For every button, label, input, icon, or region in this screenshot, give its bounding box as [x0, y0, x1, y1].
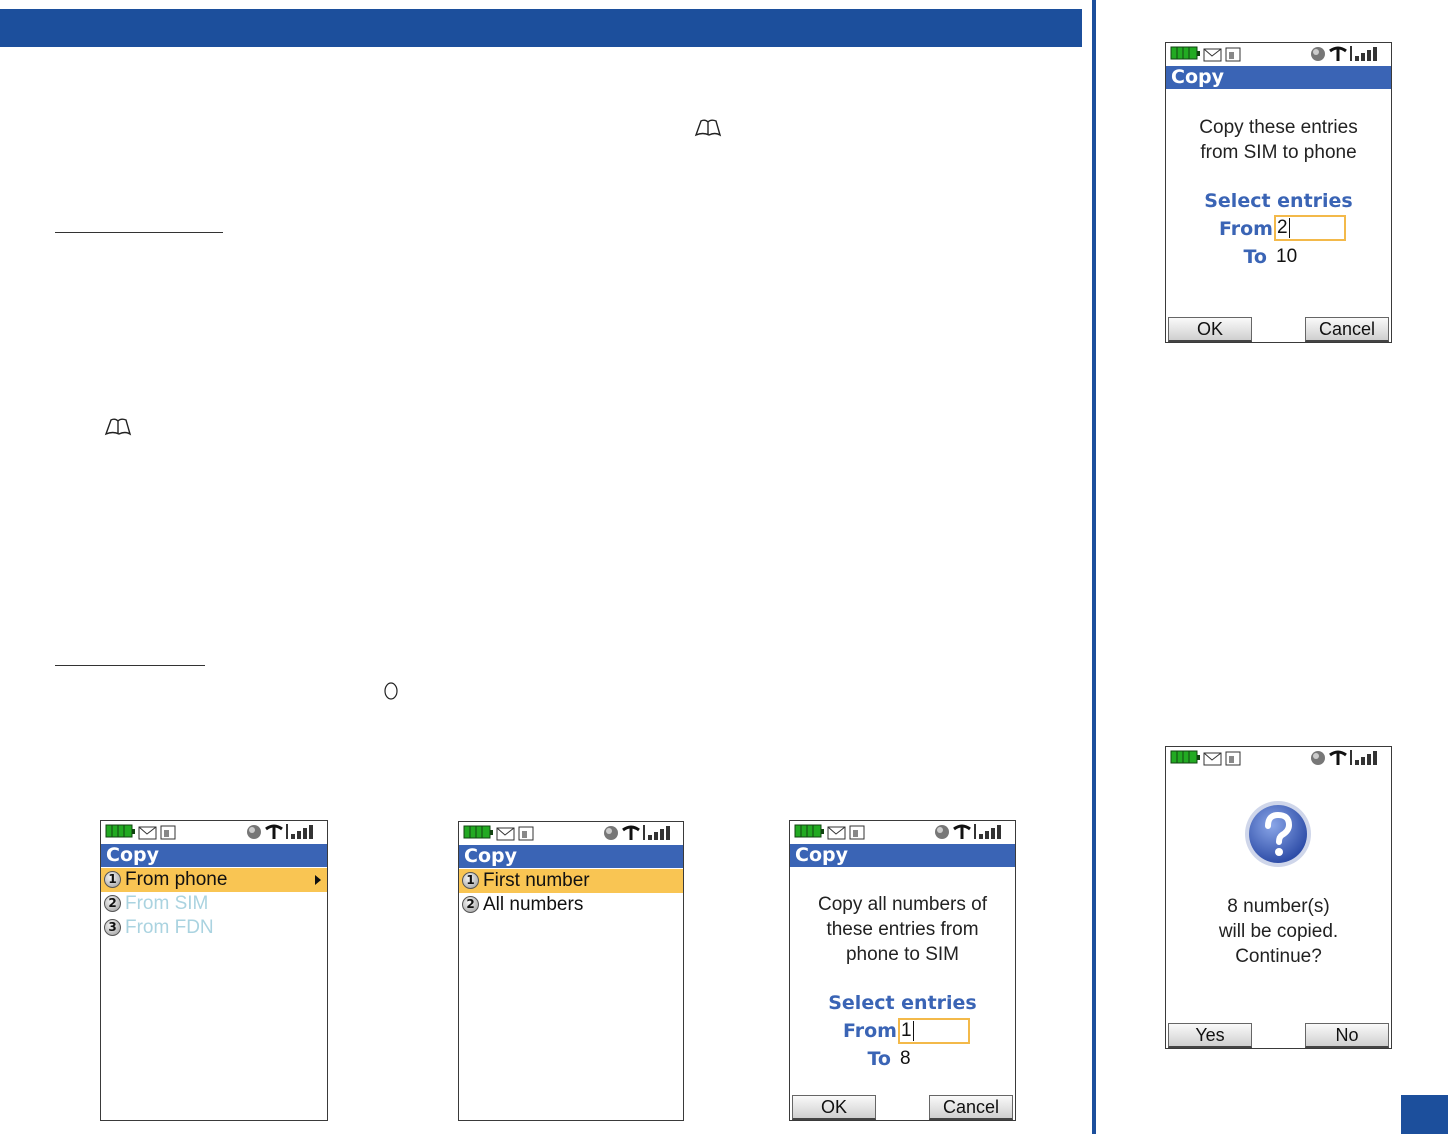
number-badge: 2 [462, 896, 479, 913]
message-line: 8 number(s) [1227, 896, 1330, 917]
antenna-icon [622, 825, 640, 840]
menu-item-from-sim[interactable]: 2 From SIM [101, 892, 327, 916]
to-label: To [867, 1048, 892, 1070]
ok-softkey[interactable]: OK [792, 1095, 876, 1120]
menu-item-label: From phone [125, 869, 228, 890]
globe-icon [935, 825, 949, 839]
message-line: Continue? [1235, 946, 1322, 967]
section-underline [55, 665, 205, 666]
message-icon [1203, 48, 1222, 62]
select-entries-label: Select entries [828, 992, 977, 1014]
from-entry-input[interactable]: 1 [898, 1018, 970, 1044]
status-bar [1166, 747, 1391, 769]
message-line: will be copied. [1218, 921, 1339, 942]
from-entry-value: 1 [901, 1020, 912, 1041]
to-entry-value: 8 [900, 1048, 911, 1069]
antenna-icon [1329, 750, 1347, 765]
phone-screen-number-choice: Copy 1 First number 2 All numbers [458, 821, 684, 1121]
menu-item-first-number[interactable]: 1 First number [459, 869, 683, 893]
antenna-icon [265, 824, 283, 839]
phone-screen-confirm: 8 number(s) will be copied. Continue? Ye… [1165, 746, 1392, 1049]
to-entry-value: 10 [1276, 246, 1298, 267]
cancel-softkey[interactable]: Cancel [929, 1095, 1013, 1120]
antenna-icon [953, 824, 971, 839]
status-bar [1166, 43, 1391, 65]
from-label: From [843, 1020, 897, 1042]
sim-icon [1225, 47, 1241, 62]
menu-item-all-numbers[interactable]: 2 All numbers [459, 893, 683, 917]
status-bar [790, 821, 1015, 843]
battery-icon [463, 825, 493, 839]
from-label: From [1219, 218, 1273, 240]
phone-screen-phone-to-sim: Copy Copy all numbers of these entries f… [789, 820, 1016, 1121]
message-icon [138, 826, 157, 840]
cancel-softkey[interactable]: Cancel [1305, 317, 1389, 342]
select-entries-label: Select entries [1204, 190, 1353, 212]
battery-icon [1170, 750, 1200, 764]
battery-icon [1170, 46, 1200, 60]
battery-icon [105, 824, 135, 838]
message-icon [496, 827, 515, 841]
menu-item-from-phone[interactable]: 1 From phone [101, 868, 327, 892]
antenna-icon [1329, 46, 1347, 61]
signal-icon [1350, 46, 1377, 61]
number-badge: 3 [104, 919, 121, 936]
signal-icon [974, 824, 1001, 839]
message-line: from SIM to phone [1200, 142, 1357, 163]
screen-title: Copy [459, 845, 683, 868]
screen-title: Copy [1166, 66, 1391, 89]
no-softkey[interactable]: No [1305, 1023, 1389, 1048]
from-entry-input[interactable]: 2 [1274, 215, 1346, 241]
circle-key-icon [384, 682, 398, 700]
header-bar [0, 9, 1082, 47]
message-line: Copy all numbers of [818, 894, 987, 915]
book-icon [694, 119, 722, 137]
message-icon [1203, 752, 1222, 766]
phone-screen-sim-to-phone: Copy Copy these entries from SIM to phon… [1165, 42, 1392, 343]
book-icon [104, 418, 132, 436]
message-line: phone to SIM [845, 944, 960, 965]
text-cursor [1288, 217, 1290, 238]
yes-softkey[interactable]: Yes [1168, 1023, 1252, 1048]
status-bar [101, 821, 327, 843]
question-icon [1245, 801, 1311, 867]
submenu-arrow-icon [315, 875, 321, 885]
sim-icon [518, 826, 534, 841]
to-label: To [1243, 246, 1268, 268]
ok-softkey[interactable]: OK [1168, 317, 1252, 342]
menu-item-label: First number [483, 870, 590, 891]
from-entry-value: 2 [1277, 217, 1288, 238]
number-badge: 1 [462, 872, 479, 889]
menu-item-label: From FDN [125, 917, 214, 938]
globe-icon [604, 826, 618, 840]
text-cursor [912, 1020, 914, 1041]
message-icon [827, 826, 846, 840]
globe-icon [247, 825, 261, 839]
battery-icon [794, 824, 824, 838]
sim-icon [849, 825, 865, 840]
number-badge: 1 [104, 871, 121, 888]
sim-icon [1225, 751, 1241, 766]
sim-icon [160, 825, 176, 840]
section-underline [55, 232, 223, 233]
number-badge: 2 [104, 895, 121, 912]
menu-item-from-fdn[interactable]: 3 From FDN [101, 916, 327, 940]
status-bar [459, 822, 683, 844]
screen-title: Copy [790, 844, 1015, 867]
signal-icon [286, 824, 313, 839]
page-number-badge [1401, 1095, 1448, 1134]
globe-icon [1311, 751, 1325, 765]
phone-screen-copy-menu: Copy 1 From phone 2 From SIM 3 From FDN [100, 820, 328, 1121]
globe-icon [1311, 47, 1325, 61]
signal-icon [1350, 750, 1377, 765]
message-line: these entries from [826, 919, 979, 940]
signal-icon [643, 825, 670, 840]
column-divider [1092, 0, 1096, 1134]
menu-item-label: From SIM [125, 893, 209, 914]
screen-title: Copy [101, 844, 327, 867]
message-line: Copy these entries [1199, 117, 1358, 138]
menu-item-label: All numbers [483, 894, 584, 915]
